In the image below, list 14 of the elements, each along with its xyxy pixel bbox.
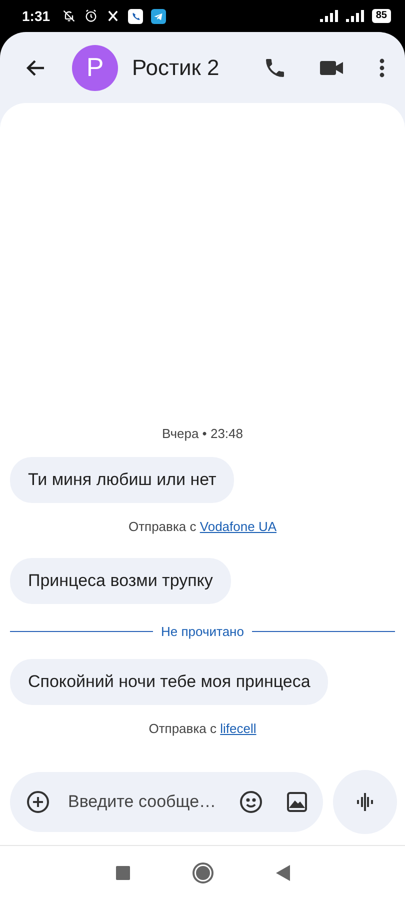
message-bubble: Ти миня любиш или нет — [10, 457, 234, 503]
carrier-link[interactable]: Vodafone UA — [200, 519, 277, 534]
unread-divider-label: Не прочитано — [161, 624, 244, 639]
contact-avatar: P — [72, 44, 118, 90]
message-bubble: Спокойний ночи тебе моя принцеса — [10, 659, 328, 705]
sent-via-text: Отправка с — [148, 721, 218, 736]
message-bubble: Принцеса возми трупку — [10, 558, 231, 604]
battery-level: 85 — [372, 9, 391, 23]
message-timestamp: Вчера • 23:48 — [160, 426, 244, 441]
message-input-field[interactable]: Введите сообще… — [66, 791, 233, 813]
contact-name: Ростик 2 — [132, 54, 220, 80]
carrier-link[interactable]: lifecell — [220, 721, 256, 736]
status-time: 1:31 — [22, 8, 50, 24]
sent-via-text: Отправка с — [128, 519, 198, 534]
